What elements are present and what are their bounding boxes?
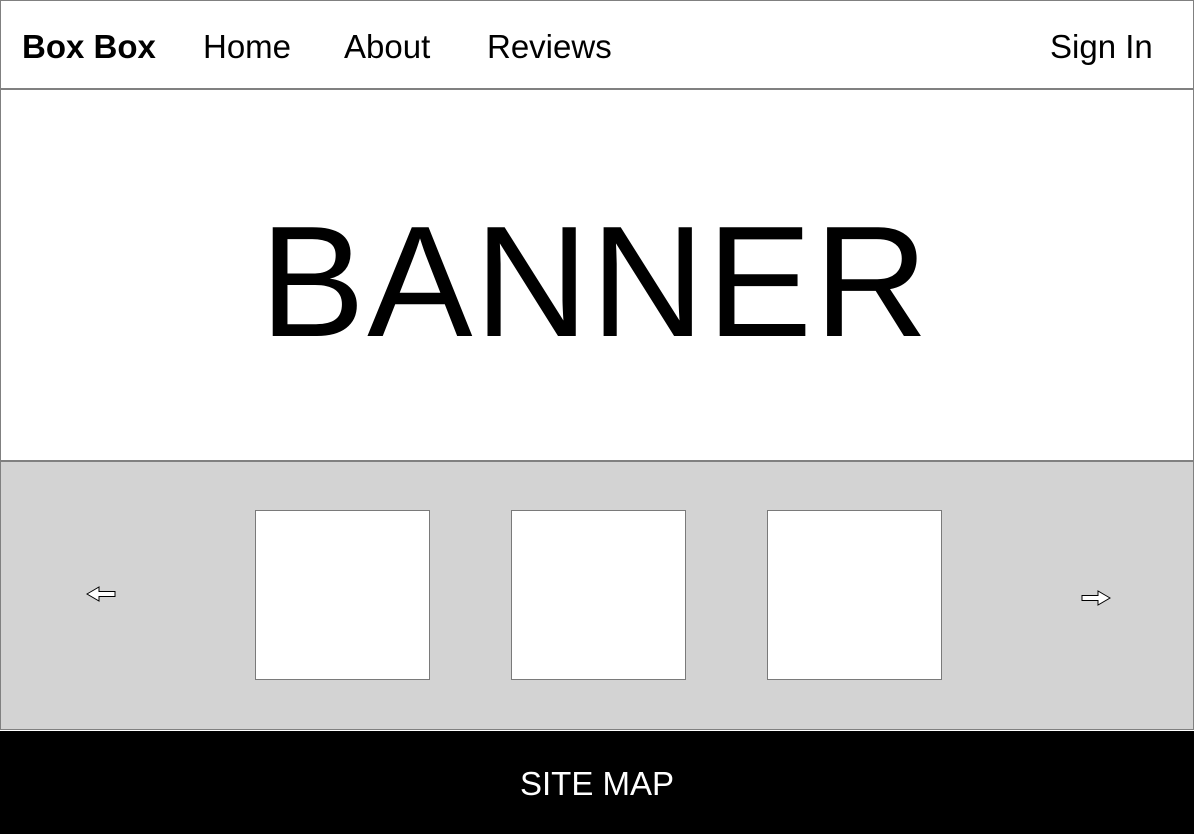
arrow-left-icon[interactable]	[86, 584, 116, 604]
top-nav-bar: Box Box Home About Reviews Sign In	[0, 0, 1194, 90]
nav-link-home[interactable]: Home	[203, 28, 291, 66]
nav-link-reviews[interactable]: Reviews	[487, 28, 612, 66]
arrow-right-icon[interactable]	[1081, 588, 1111, 608]
sign-in-link[interactable]: Sign In	[1050, 28, 1153, 66]
page: Box Box Home About Reviews Sign In BANNE…	[0, 0, 1194, 834]
site-footer: SITE MAP	[0, 731, 1194, 834]
banner-title: BANNER	[259, 194, 931, 370]
image-carousel	[0, 462, 1194, 730]
hero-banner: BANNER	[0, 90, 1194, 462]
site-logo[interactable]: Box Box	[22, 28, 156, 66]
carousel-card[interactable]	[767, 510, 942, 680]
nav-link-about[interactable]: About	[344, 28, 430, 66]
carousel-card[interactable]	[511, 510, 686, 680]
carousel-card[interactable]	[255, 510, 430, 680]
site-map-link[interactable]: SITE MAP	[0, 765, 1194, 803]
